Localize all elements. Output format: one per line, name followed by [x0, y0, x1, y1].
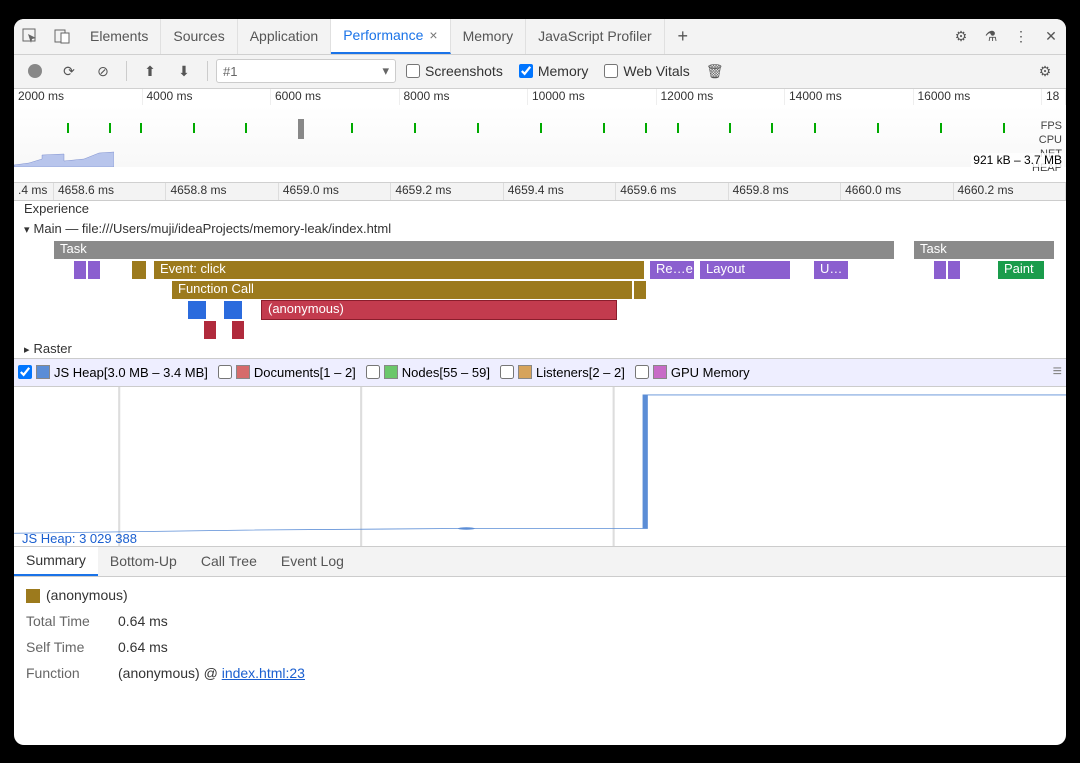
- overview-tick: 4000 ms: [143, 89, 272, 105]
- ruler-tick: 4660.0 ms: [841, 183, 953, 200]
- overview-tick: 8000 ms: [400, 89, 529, 105]
- tab-application[interactable]: Application: [238, 19, 332, 55]
- add-tab-icon[interactable]: +: [665, 26, 701, 47]
- source-link[interactable]: index.html:23: [222, 665, 305, 681]
- perf-toolbar: ⟳ ⊘ ⬆ ⬇ #1▾ Screenshots Memory Web Vital…: [14, 55, 1066, 89]
- counter-documents[interactable]: Documents[1 – 2]: [218, 365, 356, 380]
- close-icon[interactable]: ×: [429, 27, 437, 43]
- tab-elements[interactable]: Elements: [78, 19, 161, 55]
- profile-select[interactable]: #1▾: [216, 59, 396, 83]
- seg-purple-b[interactable]: [88, 261, 100, 279]
- record-button[interactable]: [20, 56, 50, 86]
- overview-tick: 2000 ms: [14, 89, 143, 105]
- inspect-icon[interactable]: [14, 28, 46, 44]
- seg-purple-a[interactable]: [74, 261, 86, 279]
- close-devtools-icon[interactable]: ✕: [1036, 21, 1066, 51]
- overview-timeline[interactable]: 2000 ms 4000 ms 6000 ms 8000 ms 10000 ms…: [14, 89, 1066, 183]
- heap-range-readout: 921 kB – 3.7 MB: [971, 153, 1064, 167]
- ruler-tick: 4658.8 ms: [166, 183, 278, 200]
- memory-checkbox[interactable]: Memory: [513, 63, 595, 79]
- seg-purple-c[interactable]: [934, 261, 946, 279]
- seg-task[interactable]: Task: [54, 241, 894, 259]
- seg-purple-d[interactable]: [948, 261, 960, 279]
- overview-tick: 18: [1042, 89, 1066, 105]
- seg-event-click[interactable]: Event: click: [154, 261, 644, 279]
- seg-recalc-style[interactable]: Re…e: [650, 261, 694, 279]
- counter-listeners[interactable]: Listeners[2 – 2]: [500, 365, 625, 380]
- trash-icon[interactable]: 🗑: [700, 56, 730, 86]
- summary-total-key: Total Time: [26, 613, 106, 629]
- counters-menu-icon[interactable]: ≡: [1053, 363, 1062, 381]
- overview-tick: 14000 ms: [785, 89, 914, 105]
- flame-chart[interactable]: Experience Main — file:///Users/muji/ide…: [14, 201, 1066, 359]
- heap-graph[interactable]: JS Heap: 3 029 388: [14, 387, 1066, 547]
- kebab-icon[interactable]: ⋮: [1006, 21, 1036, 51]
- dtab-summary[interactable]: Summary: [14, 547, 98, 576]
- summary-title: (anonymous): [26, 587, 1054, 603]
- overview-tick: 16000 ms: [914, 89, 1043, 105]
- ruler-tick: 4659.8 ms: [729, 183, 841, 200]
- color-swatch-icon: [26, 589, 40, 603]
- ruler-tick: 4659.6 ms: [616, 183, 728, 200]
- overview-tick: 12000 ms: [657, 89, 786, 105]
- seg-function-call[interactable]: Function Call: [172, 281, 632, 299]
- dtab-eventlog[interactable]: Event Log: [269, 547, 356, 576]
- tab-sources[interactable]: Sources: [161, 19, 237, 55]
- screenshots-checkbox[interactable]: Screenshots: [400, 63, 509, 79]
- details-tabs: Summary Bottom-Up Call Tree Event Log: [14, 547, 1066, 577]
- detail-ruler[interactable]: .4 ms 4658.6 ms 4658.8 ms 4659.0 ms 4659…: [14, 183, 1066, 201]
- tab-jsprofiler[interactable]: JavaScript Profiler: [526, 19, 665, 55]
- ruler-tick: 4659.4 ms: [504, 183, 616, 200]
- save-profile-button[interactable]: ⬇: [169, 56, 199, 86]
- load-profile-button[interactable]: ⬆: [135, 56, 165, 86]
- counter-nodes[interactable]: Nodes[55 – 59]: [366, 365, 490, 380]
- tab-memory[interactable]: Memory: [451, 19, 527, 55]
- seg-layout[interactable]: Layout: [700, 261, 790, 279]
- chevron-down-icon: ▾: [382, 63, 389, 79]
- summary-self-val: 0.64 ms: [118, 639, 168, 655]
- seg-red-a[interactable]: [204, 321, 216, 339]
- overview-tick: 10000 ms: [528, 89, 657, 105]
- summary-self-key: Self Time: [26, 639, 106, 655]
- devtools-tabstrip: Elements Sources Application Performance…: [14, 19, 1066, 55]
- summary-func-key: Function: [26, 665, 106, 681]
- seg-blue-b[interactable]: [224, 301, 242, 319]
- seg-blue-a[interactable]: [188, 301, 206, 319]
- tab-performance[interactable]: Performance×: [331, 19, 450, 55]
- summary-func-val: (anonymous) @: [118, 665, 222, 681]
- webvitals-checkbox[interactable]: Web Vitals: [598, 63, 695, 79]
- summary-pane: (anonymous) Total Time 0.64 ms Self Time 0…: [14, 577, 1066, 691]
- seg-task2[interactable]: Task: [914, 241, 1054, 259]
- ruler-tick: 4658.6 ms: [54, 183, 166, 200]
- ruler-tick: 4659.2 ms: [391, 183, 503, 200]
- device-toggle-icon[interactable]: [46, 28, 78, 44]
- counter-gpu[interactable]: GPU Memory: [635, 365, 750, 380]
- counters-legend: JS Heap[3.0 MB – 3.4 MB] Documents[1 – 2…: [14, 359, 1066, 387]
- ruler-tick: .4 ms: [14, 183, 54, 200]
- row-experience[interactable]: Experience: [24, 201, 89, 216]
- seg-paint[interactable]: Paint: [998, 261, 1044, 279]
- seg-anonymous[interactable]: (anonymous): [262, 301, 616, 319]
- overview-tick: 6000 ms: [271, 89, 400, 105]
- gear-icon[interactable]: ⚙: [946, 21, 976, 51]
- heap-readout: JS Heap: 3 029 388: [22, 531, 137, 546]
- dtab-calltree[interactable]: Call Tree: [189, 547, 269, 576]
- clear-button[interactable]: ⊘: [88, 56, 118, 86]
- experiments-icon[interactable]: ⚗: [976, 21, 1006, 51]
- seg-olive-a[interactable]: [132, 261, 146, 279]
- seg-olive-b[interactable]: [634, 281, 646, 299]
- row-raster[interactable]: Raster: [24, 341, 72, 356]
- seg-update[interactable]: U…: [814, 261, 848, 279]
- ruler-tick: 4660.2 ms: [954, 183, 1066, 200]
- ruler-tick: 4659.0 ms: [279, 183, 391, 200]
- summary-total-val: 0.64 ms: [118, 613, 168, 629]
- capture-settings-icon[interactable]: ⚙: [1030, 56, 1060, 86]
- reload-record-button[interactable]: ⟳: [54, 56, 84, 86]
- counter-jsheap[interactable]: JS Heap[3.0 MB – 3.4 MB]: [18, 365, 208, 380]
- dtab-bottomup[interactable]: Bottom-Up: [98, 547, 189, 576]
- row-main[interactable]: Main — file:///Users/muji/ideaProjects/m…: [24, 221, 391, 236]
- seg-red-b[interactable]: [232, 321, 244, 339]
